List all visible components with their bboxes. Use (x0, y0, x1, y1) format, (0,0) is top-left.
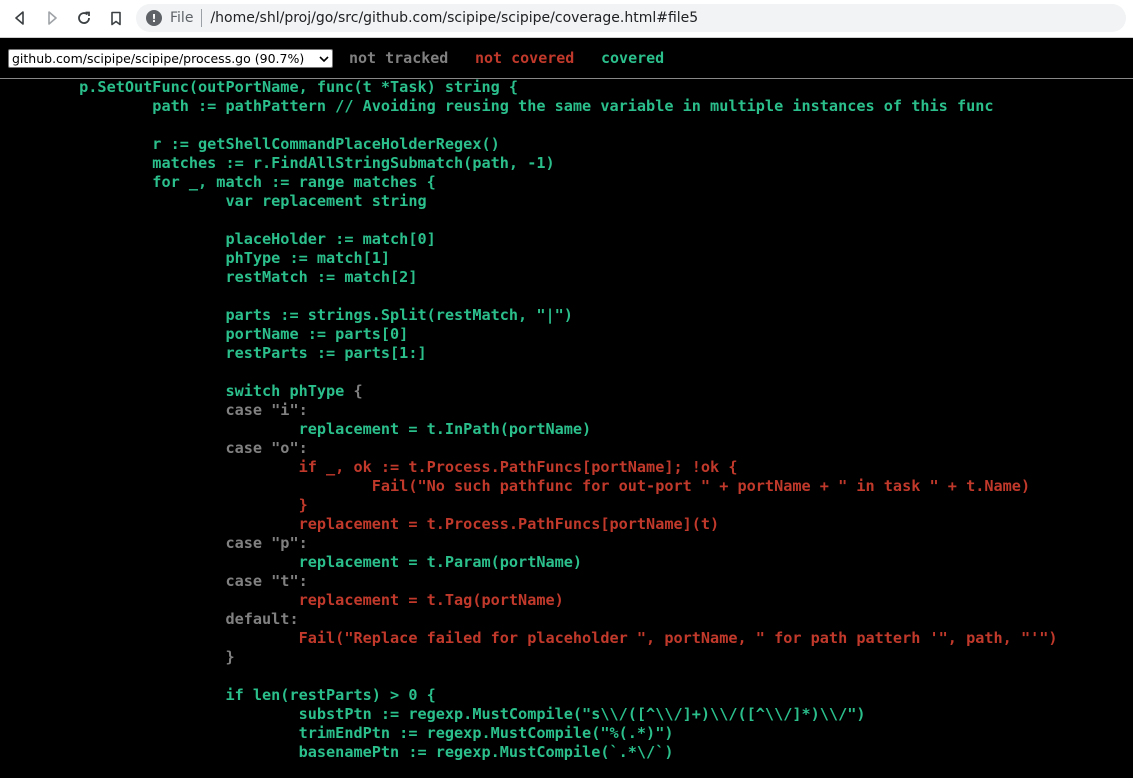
code-segment: if _, ok := t.Process.PathFuncs[portName… (6, 458, 738, 476)
code-segment: Fail("Replace failed for placeholder ", … (6, 629, 1058, 647)
code-segment: default: (6, 610, 299, 628)
code-line: phType := match[1] (6, 249, 1133, 268)
code-segment: phType := match[1] (6, 249, 391, 267)
coverage-topbar: github.com/scipipe/scipipe/process.go (9… (0, 38, 1133, 79)
code-segment: portName := parts[0] (6, 325, 409, 343)
code-line: restMatch := match[2] (6, 268, 1133, 287)
code-segment: trimEndPtn := regexp.MustCompile("%(.*)"… (6, 724, 674, 742)
arrow-left-icon[interactable] (8, 7, 32, 29)
code-segment: restMatch := match[2] (6, 268, 418, 286)
code-segment: replacement = t.InPath(portName) (6, 420, 592, 438)
code-line: replacement = t.InPath(portName) (6, 420, 1133, 439)
code-line: default: (6, 610, 1133, 629)
code-line: replacement = t.Tag(portName) (6, 591, 1133, 610)
code-segment: { (353, 382, 363, 400)
code-line: restParts := parts[1:] (6, 344, 1133, 363)
code-segment: case "o": (6, 439, 308, 457)
code-segment: placeHolder := match[0] (6, 230, 436, 248)
url-text[interactable]: /home/shl/proj/go/src/github.com/scipipe… (210, 10, 698, 26)
code-line: case "p": (6, 534, 1133, 553)
scheme-label: File (170, 10, 194, 26)
arrow-right-icon[interactable] (40, 7, 64, 29)
file-select-value: github.com/scipipe/scipipe/process.go (9… (12, 51, 305, 66)
code-segment: } (6, 648, 235, 666)
source-code: p.SetOutFunc(outPortName, func(t *Task) … (6, 78, 1133, 778)
legend-not-covered: not covered (475, 49, 575, 67)
code-segment: case "i": (6, 401, 308, 419)
code-line: parts := strings.Split(restMatch, "|") (6, 306, 1133, 325)
code-segment: var replacement string (6, 192, 427, 210)
chevron-down-icon (316, 55, 332, 62)
code-segment: for _, match := range matches { (6, 173, 436, 191)
code-segment: replacement = t.Process.PathFuncs[portNa… (6, 515, 720, 533)
legend-covered: covered (601, 49, 665, 67)
code-segment: case "t": (6, 572, 308, 590)
code-line: switch phType { (6, 382, 1133, 401)
browser-toolbar: ! File /home/shl/proj/go/src/github.com/… (0, 0, 1133, 38)
code-segment: switch phType (6, 382, 354, 400)
code-line: Fail("No such pathfunc for out-port " + … (6, 477, 1133, 496)
code-segment: restParts := parts[1:] (6, 344, 427, 362)
code-segment: replacement = t.Param(portName) (6, 553, 583, 571)
code-line: matches := r.FindAllStringSubmatch(path,… (6, 154, 1133, 173)
legend-not-tracked: not tracked (349, 49, 449, 67)
code-line: case "o": (6, 439, 1133, 458)
code-segment: replacement = t.Tag(portName) (6, 591, 564, 609)
code-line: portName := parts[0] (6, 325, 1133, 344)
code-segment: parts := strings.Split(restMatch, "|") (6, 306, 573, 324)
bookmark-icon[interactable] (104, 7, 128, 29)
code-line: substPtn := regexp.MustCompile("s\\/([^\… (6, 705, 1133, 724)
code-segment: case "p": (6, 534, 308, 552)
info-icon[interactable]: ! (146, 10, 162, 26)
url-separator (201, 9, 203, 27)
code-line: path := pathPattern // Avoiding reusing … (6, 97, 1133, 116)
code-line: if _, ok := t.Process.PathFuncs[portName… (6, 458, 1133, 477)
code-segment: matches := r.FindAllStringSubmatch(path,… (6, 154, 555, 172)
code-segment: substPtn := regexp.MustCompile("s\\/([^\… (6, 705, 866, 723)
code-line: if len(restParts) > 0 { (6, 686, 1133, 705)
code-line: for _, match := range matches { (6, 173, 1133, 192)
code-segment: Fail("No such pathfunc for out-port " + … (6, 477, 1031, 495)
code-segment: } (6, 496, 308, 514)
code-line: Fail("Replace failed for placeholder ", … (6, 629, 1133, 648)
code-line: case "i": (6, 401, 1133, 420)
code-line: } (6, 496, 1133, 515)
code-line: trimEndPtn := regexp.MustCompile("%(.*)"… (6, 724, 1133, 743)
reload-icon[interactable] (72, 7, 96, 29)
code-segment: path := pathPattern // Avoiding reusing … (6, 97, 994, 115)
code-line: r := getShellCommandPlaceHolderRegex() (6, 135, 1133, 154)
code-line: } (6, 648, 1133, 667)
code-line: p.SetOutFunc(outPortName, func(t *Task) … (6, 78, 1133, 97)
address-bar[interactable]: ! File /home/shl/proj/go/src/github.com/… (136, 4, 1126, 32)
code-line: replacement = t.Process.PathFuncs[portNa… (6, 515, 1133, 534)
code-line: replacement = t.Param(portName) (6, 553, 1133, 572)
code-segment: r := getShellCommandPlaceHolderRegex() (6, 135, 500, 153)
code-segment: p.SetOutFunc(outPortName, func(t *Task) … (6, 78, 519, 96)
file-select[interactable]: github.com/scipipe/scipipe/process.go (9… (8, 49, 333, 68)
code-line: basenamePtn := regexp.MustCompile(`.*\/`… (6, 743, 1133, 762)
code-line: case "t": (6, 572, 1133, 591)
code-segment: basenamePtn := regexp.MustCompile(`.*\/`… (6, 743, 674, 761)
code-line: placeHolder := match[0] (6, 230, 1133, 249)
code-segment: if len(restParts) > 0 { (6, 686, 436, 704)
code-line: var replacement string (6, 192, 1133, 211)
